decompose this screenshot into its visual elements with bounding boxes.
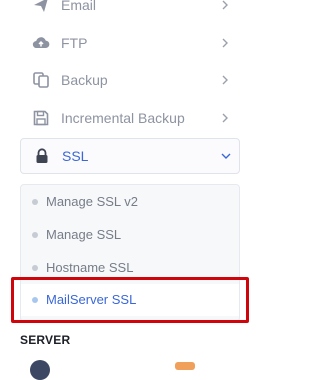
submenu-item-manage-ssl-v2[interactable]: Manage SSL v2 — [21, 186, 239, 218]
lock-icon — [33, 147, 51, 165]
section-title-server: SERVER — [20, 333, 71, 347]
sidebar-item-ssl[interactable]: SSL — [20, 138, 240, 174]
chevron-down-icon — [221, 151, 231, 161]
sidebar-item-label: SSL — [62, 148, 89, 164]
submenu-item-mailserver-ssl[interactable]: MailServer SSL — [21, 284, 239, 316]
save-icon — [32, 109, 50, 127]
cloud-upload-icon — [32, 34, 50, 52]
submenu-item-label: Hostname SSL — [46, 260, 134, 275]
copy-icon — [32, 71, 50, 89]
chevron-right-icon — [220, 75, 230, 85]
sidebar-item-email[interactable]: Email — [20, 0, 240, 23]
sidebar-item-label: Backup — [61, 72, 108, 88]
sidebar-item-label: Incremental Backup — [61, 110, 185, 126]
submenu-item-hostname-ssl[interactable]: Hostname SSL — [21, 252, 239, 284]
submenu-item-label: Manage SSL v2 — [46, 194, 139, 209]
sidebar-item-label: Email — [61, 0, 97, 13]
ssl-submenu: Manage SSL v2 Manage SSL Hostname SSL Ma… — [20, 184, 240, 322]
bullet-icon — [32, 265, 38, 271]
submenu-item-label: MailServer SSL — [46, 292, 137, 307]
submenu-item-label: Manage SSL — [46, 227, 122, 242]
bullet-icon — [32, 199, 38, 205]
chevron-right-icon — [220, 38, 230, 48]
sidebar-item-label: FTP — [61, 35, 88, 51]
bullet-icon — [32, 232, 38, 238]
sidebar-item-backup[interactable]: Backup — [20, 62, 240, 98]
sidebar-item-ftp[interactable]: FTP — [20, 25, 240, 61]
send-icon — [32, 0, 50, 14]
chevron-right-icon — [220, 113, 230, 123]
sidebar-item-incremental-backup[interactable]: Incremental Backup — [20, 100, 240, 136]
server-icon — [30, 360, 50, 380]
bullet-icon — [32, 297, 38, 303]
status-badge — [175, 362, 195, 370]
chevron-right-icon — [220, 0, 230, 10]
submenu-item-manage-ssl[interactable]: Manage SSL — [21, 219, 239, 251]
